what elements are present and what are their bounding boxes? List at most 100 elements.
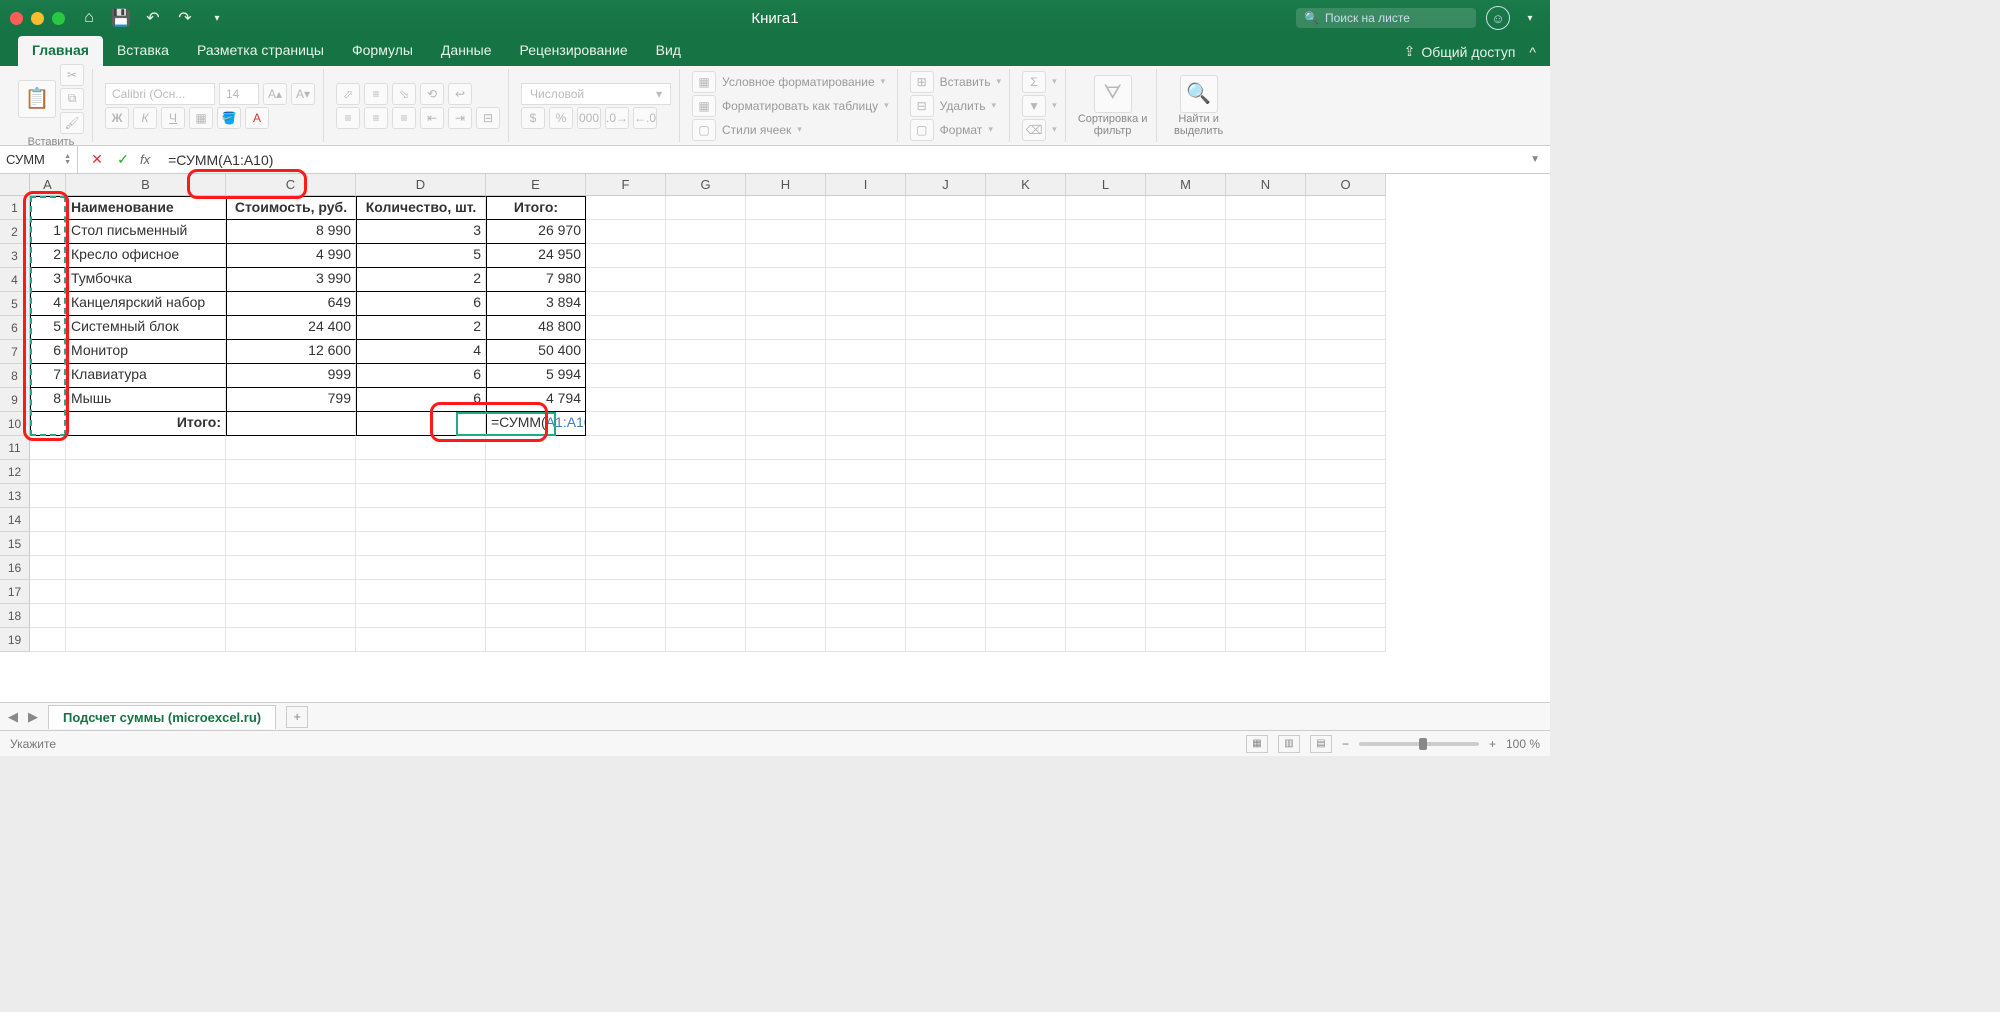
font-name-combo[interactable]: Calibri (Осн...	[105, 83, 215, 105]
cell-N1[interactable]	[1226, 196, 1306, 220]
cell-H12[interactable]	[746, 460, 826, 484]
cell-E9[interactable]: 4 794	[486, 388, 586, 412]
cell-I1[interactable]	[826, 196, 906, 220]
cell-E14[interactable]	[486, 508, 586, 532]
cell-L10[interactable]	[1066, 412, 1146, 436]
cell-M7[interactable]	[1146, 340, 1226, 364]
cell-O11[interactable]	[1306, 436, 1386, 460]
cell-A10[interactable]	[30, 412, 66, 436]
cell-D13[interactable]	[356, 484, 486, 508]
cell-O6[interactable]	[1306, 316, 1386, 340]
cell-styles-icon[interactable]: ▢	[692, 119, 716, 141]
cell-H19[interactable]	[746, 628, 826, 652]
cell-O4[interactable]	[1306, 268, 1386, 292]
cell-O12[interactable]	[1306, 460, 1386, 484]
cell-B18[interactable]	[66, 604, 226, 628]
percent-icon[interactable]: %	[549, 107, 573, 129]
row-header-9[interactable]: 9	[0, 388, 30, 412]
column-header-F[interactable]: F	[586, 174, 666, 196]
cell-I13[interactable]	[826, 484, 906, 508]
cell-H1[interactable]	[746, 196, 826, 220]
column-header-O[interactable]: O	[1306, 174, 1386, 196]
cell-C12[interactable]	[226, 460, 356, 484]
cell-N12[interactable]	[1226, 460, 1306, 484]
cell-N9[interactable]	[1226, 388, 1306, 412]
cell-B19[interactable]	[66, 628, 226, 652]
cell-A14[interactable]	[30, 508, 66, 532]
column-header-E[interactable]: E	[486, 174, 586, 196]
cell-E1[interactable]: Итого:	[486, 196, 586, 220]
cell-B9[interactable]: Мышь	[66, 388, 226, 412]
spreadsheet[interactable]: ABCDEFGHIJKLMNO 123456789101112131415161…	[0, 174, 1550, 702]
cell-L9[interactable]	[1066, 388, 1146, 412]
cell-L5[interactable]	[1066, 292, 1146, 316]
row-header-1[interactable]: 1	[0, 196, 30, 220]
cell-K10[interactable]	[986, 412, 1066, 436]
formula-input[interactable]: =СУММ(A1:A10)	[160, 152, 1520, 168]
cell-G10[interactable]	[666, 412, 746, 436]
cell-O15[interactable]	[1306, 532, 1386, 556]
autosum-icon[interactable]: Σ	[1022, 71, 1046, 93]
cell-D2[interactable]: 3	[356, 220, 486, 244]
cell-D18[interactable]	[356, 604, 486, 628]
cell-D14[interactable]	[356, 508, 486, 532]
cancel-formula-icon[interactable]: ✕	[88, 151, 106, 169]
cell-N5[interactable]	[1226, 292, 1306, 316]
cell-M6[interactable]	[1146, 316, 1226, 340]
cell-J4[interactable]	[906, 268, 986, 292]
share-button[interactable]: Общий доступ	[1421, 44, 1515, 60]
find-icon[interactable]: 🔍	[1180, 75, 1218, 113]
cell-M13[interactable]	[1146, 484, 1226, 508]
row-header-6[interactable]: 6	[0, 316, 30, 340]
cell-F8[interactable]	[586, 364, 666, 388]
clear-icon[interactable]: ⌫	[1022, 119, 1046, 141]
select-all-corner[interactable]	[0, 174, 30, 196]
cell-N11[interactable]	[1226, 436, 1306, 460]
cell-O9[interactable]	[1306, 388, 1386, 412]
conditional-format-icon[interactable]: ▦	[692, 71, 716, 93]
comma-icon[interactable]: 000	[577, 107, 601, 129]
cell-B8[interactable]: Клавиатура	[66, 364, 226, 388]
row-header-3[interactable]: 3	[0, 244, 30, 268]
ribbon-tab-главная[interactable]: Главная	[18, 36, 103, 66]
cell-K16[interactable]	[986, 556, 1066, 580]
cell-O3[interactable]	[1306, 244, 1386, 268]
cell-G1[interactable]	[666, 196, 746, 220]
cell-K7[interactable]	[986, 340, 1066, 364]
cell-K3[interactable]	[986, 244, 1066, 268]
cell-K6[interactable]	[986, 316, 1066, 340]
cell-I3[interactable]	[826, 244, 906, 268]
sheet-tab[interactable]: Подсчет суммы (microexcel.ru)	[48, 705, 276, 729]
cell-A16[interactable]	[30, 556, 66, 580]
cell-C5[interactable]: 649	[226, 292, 356, 316]
cell-B5[interactable]: Канцелярский набор	[66, 292, 226, 316]
cell-I11[interactable]	[826, 436, 906, 460]
cell-A6[interactable]: 5	[30, 316, 66, 340]
cell-C1[interactable]: Стоимость, руб.	[226, 196, 356, 220]
row-header-15[interactable]: 15	[0, 532, 30, 556]
cell-G16[interactable]	[666, 556, 746, 580]
cell-M3[interactable]	[1146, 244, 1226, 268]
underline-icon[interactable]: Ч	[161, 107, 185, 129]
cell-C7[interactable]: 12 600	[226, 340, 356, 364]
page-break-view-icon[interactable]: ▤	[1310, 735, 1332, 753]
cell-K12[interactable]	[986, 460, 1066, 484]
column-header-K[interactable]: K	[986, 174, 1066, 196]
cell-O7[interactable]	[1306, 340, 1386, 364]
row-header-14[interactable]: 14	[0, 508, 30, 532]
cell-O13[interactable]	[1306, 484, 1386, 508]
cell-A9[interactable]: 8	[30, 388, 66, 412]
cell-F15[interactable]	[586, 532, 666, 556]
cell-G18[interactable]	[666, 604, 746, 628]
search-box[interactable]: 🔍 Поиск на листе	[1296, 8, 1476, 28]
name-box-arrows-icon[interactable]: ▲▼	[64, 154, 71, 166]
cell-M16[interactable]	[1146, 556, 1226, 580]
cell-D5[interactable]: 6	[356, 292, 486, 316]
ribbon-tab-формулы[interactable]: Формулы	[338, 36, 427, 66]
paste-icon[interactable]: 📋	[18, 80, 56, 118]
column-header-H[interactable]: H	[746, 174, 826, 196]
cut-icon[interactable]: ✂	[60, 64, 84, 86]
column-header-N[interactable]: N	[1226, 174, 1306, 196]
page-layout-view-icon[interactable]: ▥	[1278, 735, 1300, 753]
row-header-18[interactable]: 18	[0, 604, 30, 628]
